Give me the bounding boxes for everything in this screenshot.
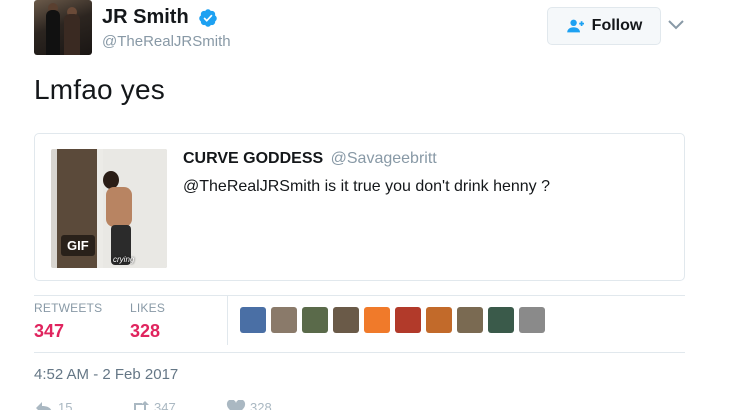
author-avatar[interactable] xyxy=(34,0,92,55)
likers-avatars xyxy=(240,307,545,333)
follow-button-label: Follow xyxy=(591,17,643,34)
gif-caption: crying xyxy=(113,255,135,264)
gif-badge: GIF xyxy=(61,235,95,256)
quoted-tweet-card[interactable]: GIF crying CURVE GODDESS @Savageebritt @… xyxy=(34,133,685,281)
like-action[interactable]: 328 xyxy=(226,400,272,410)
likes-count: 328 xyxy=(130,321,161,341)
likes-label: LIKES xyxy=(130,301,166,315)
author-handle[interactable]: @TheRealJRSmith xyxy=(102,33,231,50)
liker-avatar[interactable] xyxy=(395,307,421,333)
quoted-author-handle[interactable]: @Savageebritt xyxy=(331,150,437,167)
liker-avatar[interactable] xyxy=(333,307,359,333)
retweet-count: 347 xyxy=(154,400,176,410)
author-block: JR Smith @TheRealJRSmith xyxy=(102,6,231,50)
stats-separator xyxy=(227,295,228,345)
stats-divider-top xyxy=(34,295,685,296)
liker-avatar[interactable] xyxy=(364,307,390,333)
retweets-stat[interactable]: RETWEETS 347 xyxy=(34,301,102,342)
like-count: 328 xyxy=(250,400,272,410)
author-name[interactable]: JR Smith xyxy=(102,6,189,29)
quoted-author: CURVE GODDESS @Savageebritt xyxy=(183,150,437,168)
retweets-label: RETWEETS xyxy=(34,301,103,315)
tweet-text: Lmfao yes xyxy=(34,74,165,105)
retweet-action[interactable]: 347 xyxy=(130,400,176,410)
liker-avatar[interactable] xyxy=(426,307,452,333)
liker-avatar[interactable] xyxy=(457,307,483,333)
quoted-tweet-text: @TheRealJRSmith is it true you don't dri… xyxy=(183,178,551,195)
chevron-down-icon[interactable] xyxy=(667,17,685,31)
retweets-count: 347 xyxy=(34,321,65,341)
liker-avatar[interactable] xyxy=(488,307,514,333)
quoted-gif-media[interactable]: GIF crying xyxy=(51,149,167,268)
liker-avatar[interactable] xyxy=(240,307,266,333)
tweet-timestamp[interactable]: 4:52 AM - 2 Feb 2017 xyxy=(34,366,178,383)
reply-count: 15 xyxy=(58,400,73,410)
reply-action[interactable]: 15 xyxy=(34,400,72,410)
follow-button[interactable]: Follow xyxy=(547,7,661,45)
verified-badge-icon xyxy=(199,8,217,27)
heart-icon xyxy=(226,400,246,410)
tweet-actions: 15 347 328 xyxy=(34,398,334,410)
add-user-icon xyxy=(566,19,584,33)
quoted-author-name[interactable]: CURVE GODDESS xyxy=(183,150,323,167)
retweet-icon xyxy=(134,401,149,410)
liker-avatar[interactable] xyxy=(302,307,328,333)
liker-avatar[interactable] xyxy=(271,307,297,333)
liker-avatar[interactable] xyxy=(519,307,545,333)
reply-icon xyxy=(36,402,52,410)
stats-divider-bottom xyxy=(34,352,685,353)
likes-stat[interactable]: LIKES 328 xyxy=(130,301,165,342)
